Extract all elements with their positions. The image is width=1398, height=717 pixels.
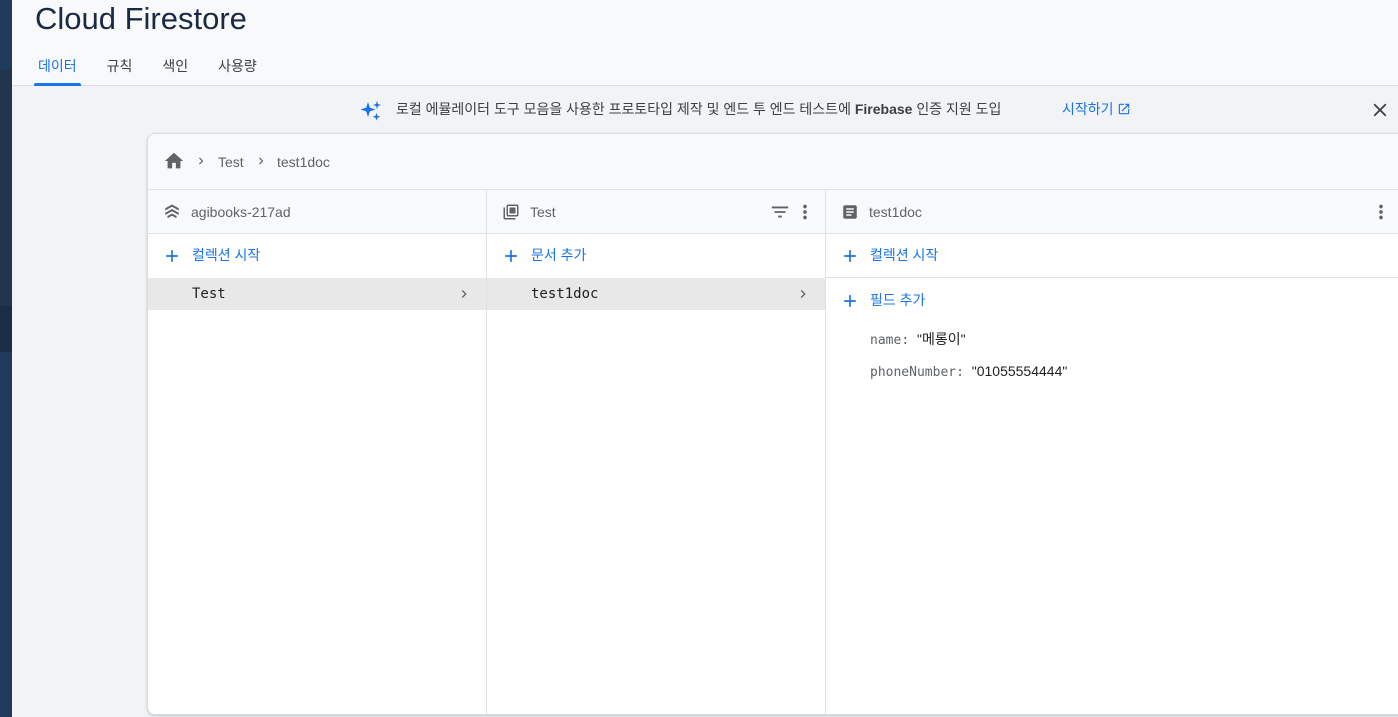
left-edge-segment [0,70,12,306]
root-column: agibooks-217ad 컬렉션 시작 Test [148,190,487,714]
open-in-new-icon [1118,103,1129,115]
tab-bar: 데이터 규칙 색인 사용량 [34,52,283,86]
field-colon: : [956,365,972,380]
document-column-header: test1doc [826,190,1398,234]
list-item[interactable]: Test [148,278,486,310]
document-id: test1doc [531,286,599,302]
firestore-stack-icon [165,204,179,219]
add-document-label: 문서 추가 [531,247,587,263]
banner-text-start: 로컬 에뮬레이터 도구 모음을 사용한 프로토타입 제작 및 엔드 투 엔드 테… [396,101,855,117]
field-value: "메롱이" [916,331,966,347]
document-field[interactable]: phoneNumber: "01055554444" [870,362,1067,382]
chevron-right-icon [800,290,806,298]
tab-rules[interactable]: 규칙 [103,52,137,86]
document-icon [843,205,857,219]
collection-column: Test 문서 추가 test1doc [487,190,826,714]
add-document-button[interactable]: 문서 추가 [487,234,825,278]
start-collection-button[interactable]: 컬렉션 시작 [148,234,486,278]
field-colon: : [901,333,917,348]
filter-icon[interactable] [769,201,791,223]
document-title: test1doc [869,204,922,220]
more-vert-icon[interactable] [794,201,816,223]
banner-text-end: 인증 지원 도입 [912,101,1002,117]
field-key: phoneNumber [870,365,957,380]
tab-usage[interactable]: 사용량 [214,52,261,86]
plus-icon [505,250,517,262]
tab-indexes[interactable]: 색인 [158,52,192,86]
tab-data[interactable]: 데이터 [34,52,81,86]
plus-icon [844,295,856,307]
left-edge-segment [0,306,12,352]
collection-icon [503,204,519,220]
start-subcollection-button[interactable]: 컬렉션 시작 [826,234,1398,278]
more-vert-icon[interactable] [1370,201,1392,223]
page-header: Cloud Firestore 데이터 규칙 색인 사용량 [12,0,1398,86]
document-field[interactable]: name: "메롱이" [870,330,966,350]
chevron-right-icon [199,157,204,165]
plus-icon [844,250,856,262]
root-column-header: agibooks-217ad [148,190,486,234]
get-started-link[interactable]: 시작하기 [1062,100,1131,118]
document-column: test1doc 컬렉션 시작 필드 추가 name: "메롱이" phoneN… [826,190,1398,714]
breadcrumb-item-collection[interactable]: Test [218,153,244,171]
collection-title: Test [530,204,556,220]
collection-column-header: Test [487,190,825,234]
sparkle-icon [360,101,381,121]
chevron-right-icon [461,290,467,298]
project-name: agibooks-217ad [191,204,291,220]
page-title: Cloud Firestore [35,1,247,36]
start-collection-label: 컬렉션 시작 [192,247,261,263]
banner-text-brand: Firebase [854,101,913,117]
get-started-label: 시작하기 [1062,101,1114,117]
field-value: "01055554444" [971,363,1068,379]
chevron-right-icon [259,157,264,165]
breadcrumb-item-document[interactable]: test1doc [277,153,330,171]
start-subcollection-label: 컬렉션 시작 [870,247,939,263]
main-area: Cloud Firestore 데이터 규칙 색인 사용량 로컬 에뮬레이터 도… [12,0,1398,717]
home-icon[interactable] [163,150,185,172]
field-key: name [870,333,902,348]
list-item[interactable]: test1doc [487,278,825,310]
close-icon[interactable] [1369,99,1391,121]
add-field-button[interactable]: 필드 추가 [826,279,1398,323]
left-edge-strip [0,0,12,717]
collection-name: Test [192,286,226,302]
data-panel: Test test1doc agibooks-217ad 컬렉션 시작 Test… [147,133,1398,715]
announcement-banner: 로컬 에뮬레이터 도구 모음을 사용한 프로토타입 제작 및 엔드 투 엔드 테… [12,86,1398,132]
breadcrumb: Test test1doc [148,134,1398,190]
plus-icon [166,250,178,262]
add-field-label: 필드 추가 [870,292,926,308]
banner-message: 로컬 에뮬레이터 도구 모음을 사용한 프로토타입 제작 및 엔드 투 엔드 테… [396,100,1001,118]
